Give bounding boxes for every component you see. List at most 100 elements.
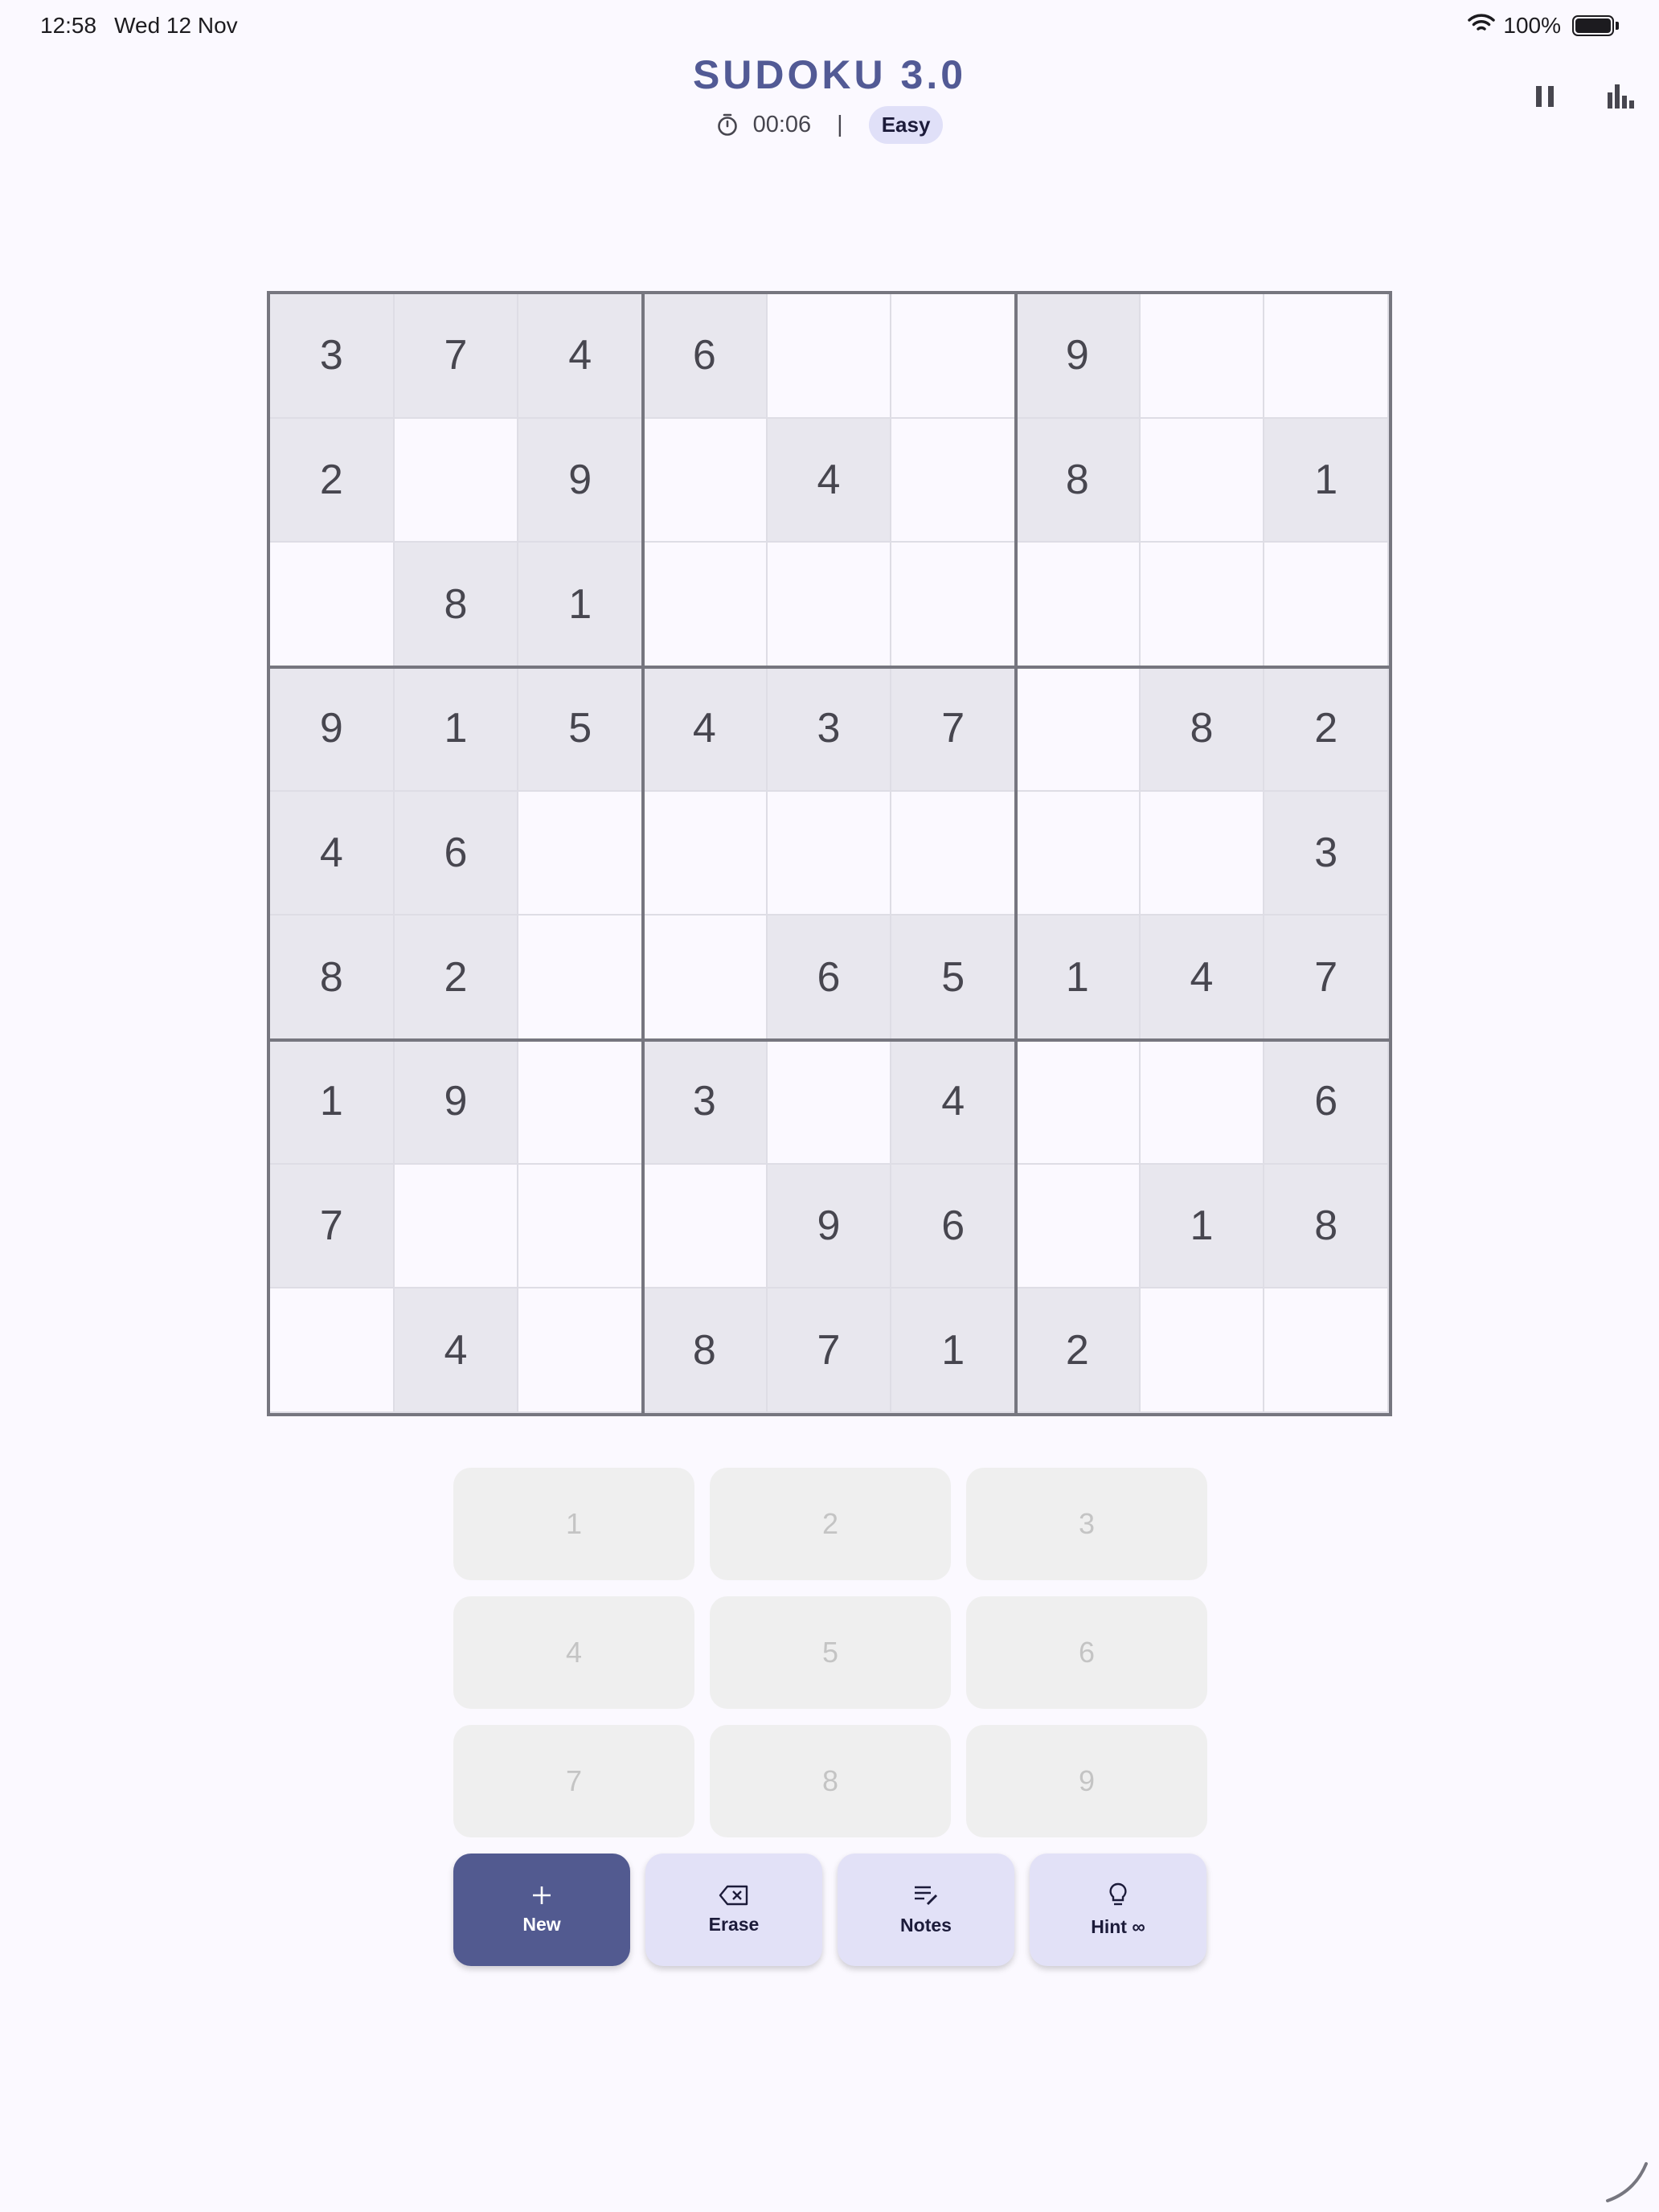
board-cell[interactable]: 1 [1140, 1164, 1265, 1289]
number-key[interactable]: 5 [710, 1596, 951, 1709]
number-key[interactable]: 2 [710, 1468, 951, 1580]
board-cell[interactable]: 1 [891, 1288, 1016, 1413]
board-cell[interactable]: 9 [518, 418, 643, 543]
board-cell[interactable]: 5 [891, 916, 1016, 1040]
board-cell[interactable]: 1 [1016, 916, 1141, 1040]
board-cell[interactable] [518, 791, 643, 916]
board-cell[interactable]: 7 [891, 667, 1016, 792]
board-cell[interactable] [767, 791, 892, 916]
board-cell[interactable] [1016, 543, 1141, 667]
board-cell[interactable]: 1 [394, 667, 519, 792]
board-cell[interactable]: 2 [270, 418, 395, 543]
board-cell[interactable]: 9 [394, 1040, 519, 1165]
board-cell[interactable]: 4 [767, 418, 892, 543]
board-cell[interactable]: 3 [643, 1040, 768, 1165]
board-cell[interactable]: 1 [270, 1040, 395, 1165]
number-key[interactable]: 4 [453, 1596, 694, 1709]
board-cell[interactable] [394, 1164, 519, 1289]
board-cell[interactable] [1140, 418, 1265, 543]
board-cell[interactable] [1016, 791, 1141, 916]
board-cell[interactable]: 8 [394, 543, 519, 667]
board-cell[interactable] [518, 1040, 643, 1165]
board-cell[interactable]: 7 [394, 294, 519, 419]
number-key[interactable]: 8 [710, 1725, 951, 1837]
board-cell[interactable]: 7 [1264, 916, 1389, 1040]
board-cell[interactable] [1264, 294, 1389, 419]
board-cell[interactable]: 6 [394, 791, 519, 916]
stats-button[interactable] [1603, 77, 1638, 116]
board-cell[interactable]: 8 [1016, 418, 1141, 543]
board-cell[interactable] [518, 1288, 643, 1413]
board-cell[interactable] [767, 543, 892, 667]
board-cell[interactable] [643, 418, 768, 543]
resize-grip-icon[interactable] [1603, 2156, 1651, 2204]
number-key[interactable]: 6 [966, 1596, 1207, 1709]
board-cell[interactable] [767, 294, 892, 419]
number-key[interactable]: 3 [966, 1468, 1207, 1580]
board-cell[interactable]: 6 [1264, 1040, 1389, 1165]
board-cell[interactable] [1016, 667, 1141, 792]
status-bar-left: 12:58 Wed 12 Nov [40, 11, 238, 40]
board-cell[interactable]: 5 [518, 667, 643, 792]
board-cell[interactable]: 9 [270, 667, 395, 792]
board-cell[interactable] [1140, 791, 1265, 916]
board-cell[interactable]: 4 [643, 667, 768, 792]
board-cell[interactable] [518, 916, 643, 1040]
board-cell[interactable]: 9 [767, 1164, 892, 1289]
board-cell[interactable]: 3 [767, 667, 892, 792]
board-cell[interactable] [1016, 1164, 1141, 1289]
board-cell[interactable]: 7 [270, 1164, 395, 1289]
board-cell[interactable]: 9 [1016, 294, 1141, 419]
board-cell[interactable]: 6 [891, 1164, 1016, 1289]
board-cell[interactable] [767, 1040, 892, 1165]
board-cell[interactable]: 8 [1264, 1164, 1389, 1289]
new-game-button[interactable]: New [453, 1854, 630, 1966]
board-cell[interactable] [891, 791, 1016, 916]
erase-button[interactable]: Erase [645, 1854, 822, 1966]
board-cell[interactable] [643, 916, 768, 1040]
board-cell[interactable] [891, 418, 1016, 543]
board-cell[interactable] [1140, 1040, 1265, 1165]
board-cell[interactable]: 1 [518, 543, 643, 667]
board-cell[interactable] [518, 1164, 643, 1289]
number-key[interactable]: 7 [453, 1725, 694, 1837]
board-cell[interactable]: 4 [518, 294, 643, 419]
battery-percent: 100% [1503, 13, 1561, 38]
board-cell[interactable]: 3 [1264, 791, 1389, 916]
board-cell[interactable]: 7 [767, 1288, 892, 1413]
board-cell[interactable]: 4 [891, 1040, 1016, 1165]
board-cell[interactable] [1140, 294, 1265, 419]
number-key[interactable]: 9 [966, 1725, 1207, 1837]
board-cell[interactable]: 3 [270, 294, 395, 419]
board-cell[interactable] [394, 418, 519, 543]
board-cell[interactable]: 8 [1140, 667, 1265, 792]
board-cell[interactable]: 2 [1264, 667, 1389, 792]
board-cell[interactable] [891, 294, 1016, 419]
board-cell[interactable] [270, 543, 395, 667]
board-cell[interactable]: 4 [1140, 916, 1265, 1040]
box-divider [641, 294, 645, 1413]
number-key[interactable]: 1 [453, 1468, 694, 1580]
board-cell[interactable] [1264, 1288, 1389, 1413]
board-cell[interactable] [643, 1164, 768, 1289]
board-cell[interactable]: 2 [394, 916, 519, 1040]
board-cell[interactable]: 1 [1264, 418, 1389, 543]
board-cell[interactable]: 2 [1016, 1288, 1141, 1413]
board-cell[interactable] [270, 1288, 395, 1413]
board-cell[interactable] [1264, 543, 1389, 667]
board-cell[interactable] [1140, 543, 1265, 667]
board-cell[interactable] [1140, 1288, 1265, 1413]
board-cell[interactable]: 4 [394, 1288, 519, 1413]
board-cell[interactable]: 6 [643, 294, 768, 419]
board-cell[interactable]: 4 [270, 791, 395, 916]
board-cell[interactable]: 6 [767, 916, 892, 1040]
board-cell[interactable] [1016, 1040, 1141, 1165]
notes-button[interactable]: Notes [838, 1854, 1014, 1966]
board-cell[interactable] [891, 543, 1016, 667]
board-cell[interactable] [643, 543, 768, 667]
board-cell[interactable]: 8 [270, 916, 395, 1040]
pause-button[interactable] [1527, 77, 1563, 116]
board-cell[interactable] [643, 791, 768, 916]
board-cell[interactable]: 8 [643, 1288, 768, 1413]
hint-button[interactable]: Hint ∞ [1030, 1854, 1206, 1966]
